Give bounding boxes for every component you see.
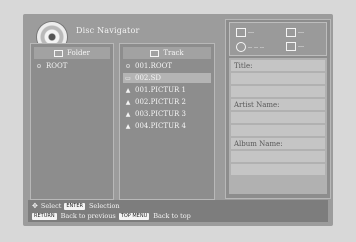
folder-header-label: Folder — [67, 49, 90, 57]
track-item[interactable]: ▲ 004.PICTUR 4 — [123, 121, 211, 131]
track-item[interactable]: ⊙ 001.ROOT — [123, 61, 211, 71]
track-header: Track — [123, 47, 211, 59]
help-text: Selection — [88, 202, 120, 210]
disc-item-icon: ⊙ — [125, 62, 131, 70]
track-item-label: 004.PICTUR 4 — [135, 122, 186, 130]
status-value: --- — [298, 29, 305, 36]
status-track: --- — [286, 42, 304, 51]
arrows-icon: ✥ — [32, 202, 38, 210]
track-item-label: 002.SD — [135, 74, 161, 82]
file-status-icon — [286, 28, 296, 37]
title-value: . — [231, 73, 325, 84]
folder-status-icon — [236, 28, 246, 37]
track-item[interactable]: ▲ 002.PICTUR 2 — [123, 97, 211, 107]
blank-row: . — [231, 86, 325, 97]
help-line-select: ✥ Select ENTER Selection — [32, 202, 120, 210]
disc-small-icon: ⊙ — [36, 62, 42, 70]
track-item[interactable]: ▲ 003.PICTUR 3 — [123, 109, 211, 119]
clock-icon — [236, 42, 246, 52]
track-item-label: 003.PICTUR 3 — [135, 110, 186, 118]
status-time: -- -- -- — [236, 42, 264, 52]
folder-icon — [54, 49, 64, 57]
track-panel: Track ⊙ 001.ROOT ▭ 002.SD ▲ 001.PICTUR 1… — [119, 43, 215, 200]
enter-key: ENTER — [64, 202, 85, 210]
status-box: --- --- -- -- -- --- — [229, 22, 327, 56]
title-field: Title: — [231, 60, 325, 71]
track-item-label: 001.ROOT — [135, 62, 173, 70]
folder-item-label: ROOT — [46, 62, 68, 70]
time-value: -- -- -- — [248, 43, 264, 51]
blank-row: . — [231, 164, 325, 175]
help-line-return: RETURN Back to previous TOP MENU Back to… — [32, 212, 191, 220]
help-bar: ✥ Select ENTER Selection RETURN Back to … — [28, 200, 328, 222]
track-item-label: 001.PICTUR 1 — [135, 86, 186, 94]
album-value: . — [231, 151, 325, 162]
artist-value: . — [231, 112, 325, 123]
info-fields: Title: . . Artist Name: . . Album Name: … — [229, 58, 327, 194]
track-item-selected[interactable]: ▭ 002.SD — [123, 73, 211, 83]
album-field: Album Name: — [231, 138, 325, 149]
blank-row: . — [231, 125, 325, 136]
track-item[interactable]: ▲ 001.PICTUR 1 — [123, 85, 211, 95]
status-value: --- — [298, 43, 305, 50]
help-text: Select — [40, 202, 62, 210]
folder-header: Folder — [34, 47, 110, 59]
folder-item-icon: ▭ — [125, 74, 131, 82]
top-menu-key: TOP MENU — [118, 212, 150, 220]
return-key: RETURN — [32, 212, 57, 220]
track-status-icon — [286, 42, 296, 51]
folder-panel: Folder ⊙ ROOT — [30, 43, 114, 200]
help-text: Back to top — [153, 212, 191, 220]
disc-navigator-screen: Disc Navigator Folder ⊙ ROOT Track ⊙ 001… — [23, 14, 333, 226]
artist-field: Artist Name: — [231, 99, 325, 110]
picture-icon: ▲ — [125, 86, 131, 94]
track-icon — [150, 49, 160, 57]
folder-item-root[interactable]: ⊙ ROOT — [34, 61, 110, 71]
picture-icon: ▲ — [125, 122, 131, 130]
status-folder: --- — [236, 28, 254, 37]
page-title: Disc Navigator — [76, 26, 140, 35]
help-text: Back to previous — [60, 212, 116, 220]
picture-icon: ▲ — [125, 98, 131, 106]
info-panel: --- --- -- -- -- --- Title: . . Artist N… — [225, 19, 331, 199]
picture-icon: ▲ — [125, 110, 131, 118]
track-header-label: Track — [163, 49, 184, 57]
track-item-label: 002.PICTUR 2 — [135, 98, 186, 106]
status-file: --- — [286, 28, 304, 37]
status-value: --- — [248, 29, 255, 36]
